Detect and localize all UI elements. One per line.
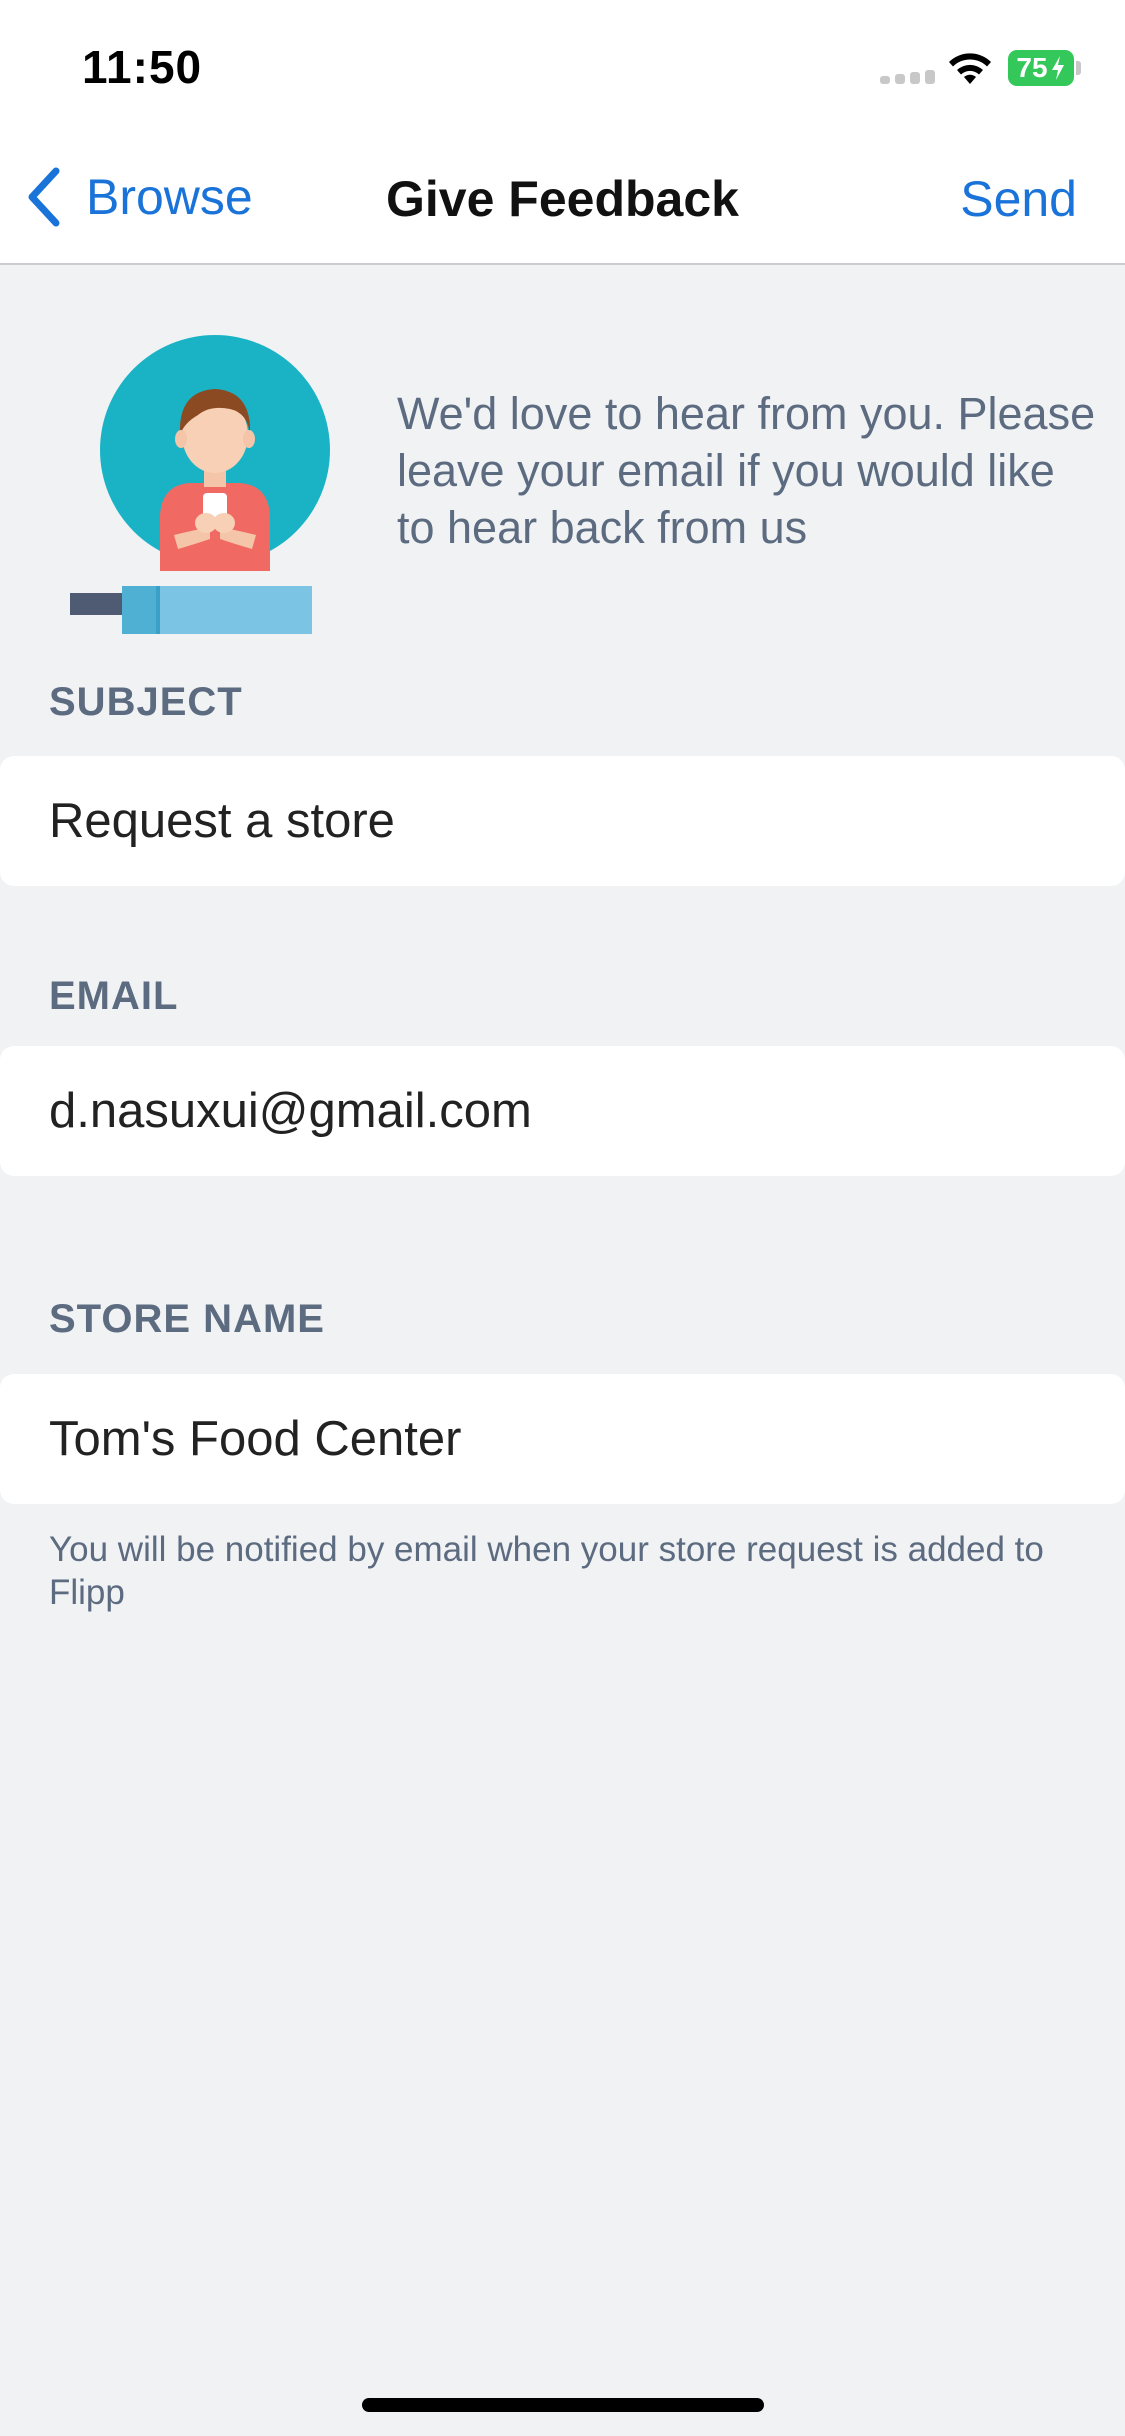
battery-level: 75 bbox=[1016, 52, 1048, 83]
store-request-footnote: You will be notified by email when your … bbox=[49, 1530, 1044, 1612]
back-chevron-icon bbox=[28, 167, 60, 227]
subject-label: SUBJECT bbox=[49, 680, 243, 724]
battery-icon: 75 bbox=[1008, 50, 1074, 86]
back-button-label: Browse bbox=[86, 169, 253, 225]
status-time: 11:50 bbox=[82, 41, 203, 93]
charging-bolt-icon bbox=[1051, 56, 1064, 80]
intro-text: We'd love to hear from you. Please leave… bbox=[397, 388, 1096, 553]
email-input[interactable] bbox=[49, 1083, 1049, 1139]
store-name-field[interactable] bbox=[0, 1374, 1125, 1504]
subject-field[interactable]: Request a store bbox=[0, 756, 1125, 886]
home-indicator[interactable] bbox=[362, 2398, 764, 2412]
subject-value: Request a store bbox=[49, 794, 395, 848]
wifi-icon bbox=[949, 53, 991, 84]
status-bar: 11:50 75 bbox=[0, 0, 1125, 132]
back-button[interactable]: Browse bbox=[24, 162, 253, 232]
email-label: EMAIL bbox=[49, 974, 179, 1018]
battery-nub bbox=[1076, 61, 1081, 75]
feedback-illustration bbox=[70, 335, 330, 634]
signal-icon bbox=[880, 70, 936, 84]
email-field[interactable] bbox=[0, 1046, 1125, 1176]
send-button[interactable]: Send bbox=[960, 170, 1077, 228]
store-name-input[interactable] bbox=[49, 1411, 1049, 1467]
navigation-bar: Browse Give Feedback Send bbox=[0, 132, 1125, 265]
store-name-label: STORE NAME bbox=[49, 1297, 325, 1341]
